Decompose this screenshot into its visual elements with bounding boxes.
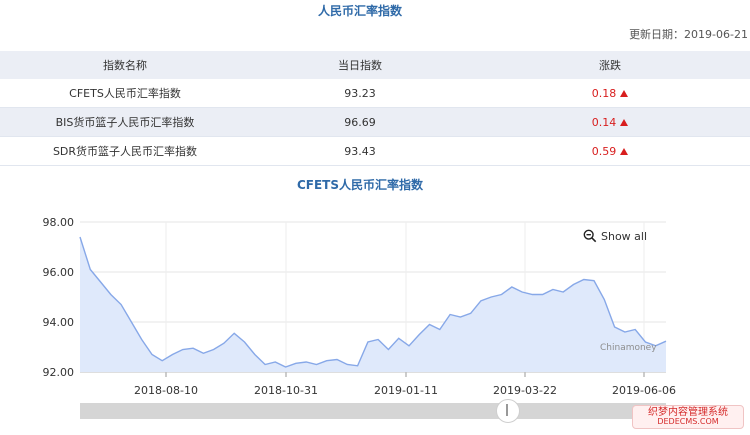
y-tick-label: 94.00 bbox=[43, 316, 75, 329]
table-row: SDR货币篮子人民币汇率指数 93.43 0.59 bbox=[0, 137, 750, 166]
change-value: 0.14 bbox=[591, 115, 617, 129]
x-tick-label: 2019-06-06 bbox=[612, 384, 676, 395]
row-name: BIS货币篮子人民币汇率指数 bbox=[55, 116, 195, 129]
brand-badge: 织梦内容管理系统 DEDECMS.COM bbox=[632, 405, 744, 429]
row-value: 96.69 bbox=[344, 115, 376, 129]
x-tick-label: 2019-03-22 bbox=[493, 384, 557, 395]
col-header-name: 指数名称 bbox=[103, 59, 147, 72]
y-tick-label: 96.00 bbox=[43, 266, 75, 279]
change-value: 0.59 bbox=[591, 144, 617, 158]
col-header-value: 当日指数 bbox=[338, 59, 382, 72]
chart-title: CFETS人民币汇率指数 bbox=[296, 178, 424, 192]
x-tick-label: 2018-08-10 bbox=[134, 384, 198, 395]
x-tick-label: 2019-01-11 bbox=[374, 384, 438, 395]
chart-watermark: Chinamoney bbox=[600, 343, 657, 353]
series-area bbox=[80, 237, 666, 372]
index-table: 指数名称 当日指数 涨跌 CFETS人民币汇率指数 93.23 0.18 BIS… bbox=[0, 51, 750, 166]
show-all-label: Show all bbox=[601, 229, 648, 243]
arrow-up-icon bbox=[620, 90, 629, 97]
scrollbar-handle[interactable] bbox=[496, 399, 520, 423]
y-tick-label: 92.00 bbox=[43, 366, 75, 379]
show-all-button[interactable]: Show all bbox=[583, 229, 647, 243]
x-tick-label: 2018-10-31 bbox=[254, 384, 318, 395]
arrow-up-icon bbox=[620, 148, 629, 155]
row-change: 0.59 bbox=[470, 137, 750, 166]
chart-scrollbar[interactable] bbox=[80, 403, 666, 419]
table-header-row: 指数名称 当日指数 涨跌 bbox=[0, 51, 750, 79]
zoom-out-icon bbox=[583, 229, 597, 243]
row-change: 0.14 bbox=[470, 108, 750, 137]
row-change: 0.18 bbox=[470, 79, 750, 108]
change-value: 0.18 bbox=[591, 86, 617, 100]
row-name: SDR货币篮子人民币汇率指数 bbox=[52, 145, 198, 158]
col-header-change: 涨跌 bbox=[599, 59, 621, 72]
grip-icon bbox=[506, 404, 508, 416]
page-title: 人民币汇率指数 bbox=[317, 4, 402, 18]
row-value: 93.43 bbox=[344, 144, 376, 158]
row-name: CFETS人民币汇率指数 bbox=[69, 87, 181, 100]
brand-line-2: DEDECMS.COM bbox=[657, 417, 719, 426]
table-row: BIS货币篮子人民币汇率指数 96.69 0.14 bbox=[0, 107, 750, 137]
table-row: CFETS人民币汇率指数 93.23 0.18 bbox=[0, 79, 750, 108]
y-tick-label: 98.00 bbox=[43, 216, 75, 229]
update-date: 更新日期：2019-06-21 bbox=[629, 28, 748, 41]
row-value: 93.23 bbox=[344, 86, 376, 100]
arrow-up-icon bbox=[620, 119, 629, 126]
